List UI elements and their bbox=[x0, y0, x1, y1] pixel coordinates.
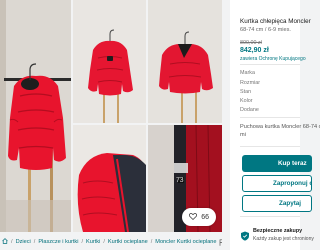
main-photo[interactable] bbox=[0, 0, 71, 232]
breadcrumb-item[interactable]: Płaszcze i kurtki bbox=[38, 239, 78, 245]
divider bbox=[240, 64, 300, 65]
shield-icon bbox=[240, 228, 250, 241]
divider bbox=[240, 117, 300, 118]
item-price: 842,90 zł bbox=[240, 47, 269, 54]
photo-5[interactable]: 73 66 bbox=[148, 125, 222, 232]
photo-4[interactable] bbox=[73, 125, 146, 232]
photo-gallery: 73 66 bbox=[0, 0, 222, 232]
buyer-protection-text: zawiera Ochronę Kupującego bbox=[240, 56, 306, 62]
attr-color-label: Kolor bbox=[240, 98, 253, 104]
item-subtitle: 68-74 cm / 6-9 mies. bbox=[240, 27, 291, 33]
attr-size-label: Rozmiar bbox=[240, 80, 261, 86]
photo-3[interactable] bbox=[148, 0, 222, 123]
breadcrumb-separator: / bbox=[33, 239, 36, 245]
item-title: Kurtka chłepięca Moncler bbox=[240, 18, 311, 25]
attr-brand-label: Marka bbox=[240, 70, 255, 76]
safe-shopping-box: Bezpieczne zakupy Każdy zakup jest chron… bbox=[240, 222, 314, 250]
breadcrumb: / Dzieci / Płaszcze i kurtki / Kurtki / … bbox=[0, 234, 222, 250]
divider bbox=[240, 146, 300, 147]
photo-4-image bbox=[73, 125, 146, 232]
breadcrumb-separator: / bbox=[150, 239, 153, 245]
photo-2[interactable] bbox=[73, 0, 146, 123]
breadcrumb-item[interactable]: Moncler Kurtki ocieplane bbox=[155, 239, 216, 245]
breadcrumb-separator: / bbox=[81, 239, 84, 245]
divider bbox=[240, 216, 300, 217]
attr-condition-label: Stan bbox=[240, 89, 252, 95]
breadcrumb-separator: / bbox=[103, 239, 105, 245]
buyer-protection-link[interactable]: zawiera Ochronę Kupującego bbox=[240, 56, 306, 62]
home-icon[interactable] bbox=[2, 238, 8, 246]
breadcrumb-item[interactable]: Dzieci bbox=[16, 239, 31, 245]
item-description-line: Puchowa kurtka Moncler 68-74 cm bbox=[240, 124, 320, 130]
ask-seller-button[interactable]: Zapytaj bbox=[242, 195, 312, 212]
attr-added-label: Dodane bbox=[240, 107, 259, 113]
item-old-price: 800,00 zł bbox=[240, 40, 262, 46]
buy-now-button[interactable]: Kup teraz bbox=[242, 155, 312, 172]
safe-shopping-title: Bezpieczne zakupy bbox=[253, 228, 303, 234]
flag-icon[interactable] bbox=[219, 238, 222, 246]
item-description-line: mi bbox=[240, 132, 246, 138]
photo-2-image bbox=[73, 0, 146, 123]
photo-3-image bbox=[148, 0, 222, 123]
item-description: Puchowa kurtka Moncler 68-74 cm mi bbox=[240, 123, 320, 139]
main-photo-image bbox=[0, 0, 71, 232]
favourites-count: 66 bbox=[201, 213, 209, 221]
breadcrumb-item[interactable]: Kurtki ocieplane bbox=[108, 239, 148, 245]
favourite-button[interactable]: 66 bbox=[182, 208, 216, 226]
item-details-panel: Kurtka chłepięca Moncler 68-74 cm / 6-9 … bbox=[230, 0, 320, 250]
breadcrumb-item[interactable]: Kurtki bbox=[86, 239, 100, 245]
breadcrumb-separator: / bbox=[11, 239, 13, 245]
make-offer-button[interactable]: Zaproponuj cenę bbox=[242, 175, 312, 192]
heart-icon bbox=[189, 212, 198, 222]
photo-tag: 73 bbox=[176, 177, 184, 184]
safe-shopping-text: Każdy zakup jest chroniony bbox=[253, 236, 314, 242]
